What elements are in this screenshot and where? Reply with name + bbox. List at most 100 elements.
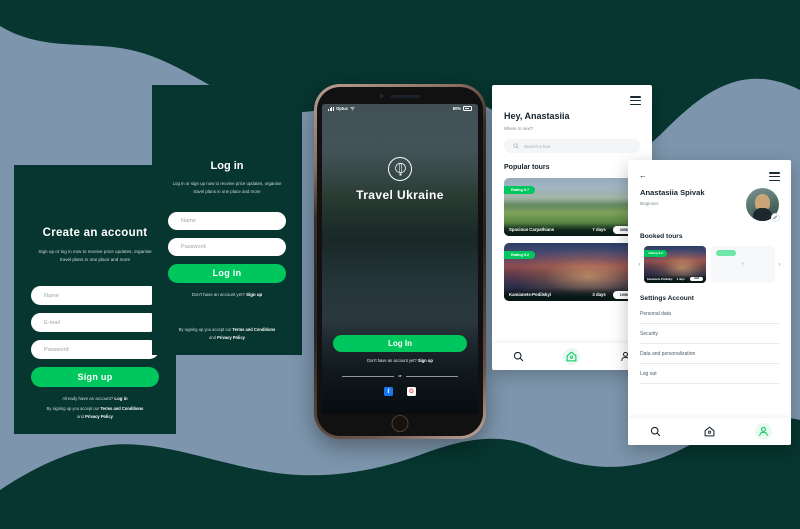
tour-card-kamianets[interactable]: Rating 9.2 Kamianets-Podilskyi 3 days 19… bbox=[504, 243, 640, 301]
tour-name: Kamianets-Podilskyi bbox=[647, 277, 673, 281]
search-placeholder: Search a tour bbox=[524, 143, 551, 149]
settings-item-security[interactable]: Security bbox=[640, 324, 779, 344]
facebook-icon[interactable]: f bbox=[384, 387, 393, 396]
phone-alt-prompt: Don't have an account yet? bbox=[367, 358, 417, 363]
chevron-right-icon[interactable]: › bbox=[775, 261, 784, 268]
login-submit-button[interactable]: Log in bbox=[168, 263, 286, 283]
placeholder-badge bbox=[716, 250, 736, 256]
divider-line-right bbox=[405, 375, 459, 377]
settings-item-personal-data[interactable]: Personal data bbox=[640, 304, 779, 324]
booked-tour-card-kamianets[interactable]: Rating 9.2 Kamianets-Podilskyi 3 days 19… bbox=[644, 246, 706, 283]
edit-pencil-icon[interactable] bbox=[771, 213, 780, 222]
phone-signup-link[interactable]: Sign up bbox=[418, 358, 433, 363]
bottom-navigation bbox=[628, 418, 791, 445]
carrier-label: Optus bbox=[336, 106, 348, 111]
signup-email-input[interactable]: E-mail bbox=[31, 313, 159, 333]
phone-alt-line: Don't have an account yet? Sign up bbox=[322, 358, 478, 363]
person-icon bbox=[759, 426, 769, 436]
nav-profile-button[interactable] bbox=[755, 423, 773, 440]
login-legal: By signing up you accept our Terms and C… bbox=[152, 326, 302, 341]
iphone-mockup: Optus 80% Travel Ukraine Log In Don't ha… bbox=[314, 84, 486, 439]
tour-card-carpathians[interactable]: Rating 9.7 Spacious Carpathians 7 days 3… bbox=[504, 178, 640, 236]
signup-subtitle: Sign up or log in now to receive price u… bbox=[38, 249, 152, 263]
signup-submit-button[interactable]: Sign up bbox=[31, 367, 159, 388]
design-presentation-canvas: Create an account Sign up or log in now … bbox=[0, 0, 800, 529]
home-icon bbox=[704, 426, 715, 437]
screen-profile-settings: ← Anastasiia Spivak Beginner Booked tour… bbox=[628, 160, 791, 445]
divider-label: or bbox=[398, 374, 402, 378]
search-icon bbox=[650, 426, 660, 437]
settings-item-log-out[interactable]: Log out bbox=[640, 364, 779, 384]
social-divider: or bbox=[342, 374, 459, 378]
profile-header: Anastasiia Spivak Beginner bbox=[640, 188, 780, 222]
avatar-wrapper bbox=[746, 188, 780, 222]
nav-search-button[interactable] bbox=[510, 348, 527, 365]
greeting-subtitle: Where to next? bbox=[504, 126, 534, 131]
carousel-track: Rating 9.2 Kamianets-Podilskyi 3 days 19… bbox=[644, 246, 775, 283]
login-legal-prefix: By signing up you accept our bbox=[178, 327, 232, 333]
signup-name-input[interactable]: Name bbox=[31, 286, 159, 306]
rating-badge: Rating 9.2 bbox=[644, 250, 667, 257]
battery-icon bbox=[463, 106, 472, 111]
rating-badge: Rating 9.7 bbox=[504, 186, 536, 195]
profile-identity: Anastasiia Spivak Beginner bbox=[640, 188, 705, 206]
home-button[interactable] bbox=[391, 415, 409, 432]
battery-percent-label: 80% bbox=[452, 106, 461, 111]
search-icon bbox=[514, 351, 524, 362]
signup-privacy-link[interactable]: Privacy Policy bbox=[85, 414, 113, 419]
wifi-icon bbox=[350, 106, 355, 111]
home-icon bbox=[567, 351, 577, 362]
login-privacy-link[interactable]: Privacy Policy bbox=[217, 335, 245, 340]
brand-block: Travel Ukraine bbox=[322, 157, 478, 202]
signup-alt-line: Already have an account? Log in bbox=[14, 396, 176, 401]
login-legal-and: and bbox=[209, 334, 216, 340]
signup-terms-link[interactable]: Terms and Conditions bbox=[100, 406, 143, 411]
signup-legal-and: and bbox=[77, 413, 84, 419]
login-name-input[interactable]: Name bbox=[168, 211, 286, 230]
booked-tours-carousel: ‹ Rating 9.2 Kamianets-Podilskyi 3 days … bbox=[635, 246, 784, 283]
phone-earpiece bbox=[379, 94, 421, 98]
tour-footer: Kamianets-Podilskyi 3 days 199$ bbox=[504, 288, 640, 301]
phone-bezel: Optus 80% Travel Ukraine Log In Don't ha… bbox=[317, 87, 483, 436]
login-form: Name Password Log in bbox=[152, 211, 302, 283]
speaker-grille bbox=[390, 94, 421, 98]
settings-account-title: Settings Account bbox=[640, 295, 694, 302]
rating-badge: Rating 9.2 bbox=[504, 251, 536, 260]
nav-home-button[interactable] bbox=[563, 348, 581, 365]
chevron-left-icon[interactable]: ‹ bbox=[635, 261, 644, 268]
tour-duration: 3 days bbox=[676, 277, 685, 281]
hot-air-balloon-icon bbox=[388, 157, 412, 181]
status-left: Optus bbox=[328, 106, 355, 111]
arrow-left-icon[interactable]: ← bbox=[639, 172, 647, 180]
signup-password-input[interactable]: Password bbox=[31, 340, 159, 360]
signup-alt-prompt: Already have an account? bbox=[62, 396, 114, 402]
login-password-input[interactable]: Password bbox=[168, 237, 286, 256]
login-alt-prompt: Don't have an account yet? bbox=[191, 291, 245, 297]
profile-level: Beginner bbox=[640, 201, 659, 206]
settings-item-data-personalization[interactable]: Data and personalization bbox=[640, 344, 779, 364]
screen-login: Log in Log in or sign up now to receive … bbox=[152, 85, 302, 355]
phone-login-button[interactable]: Log In bbox=[333, 335, 467, 352]
signup-legal: By signing up you accept our Terms and C… bbox=[14, 405, 176, 420]
add-tour-slot[interactable]: + bbox=[711, 246, 775, 283]
google-icon[interactable]: G bbox=[407, 387, 416, 396]
hamburger-menu-icon[interactable] bbox=[630, 96, 641, 106]
divider-line-left bbox=[342, 375, 395, 377]
hamburger-menu-icon[interactable] bbox=[769, 172, 780, 182]
signup-legal-prefix: By signing up you accept our bbox=[46, 406, 100, 412]
tour-price: 199$ bbox=[689, 277, 703, 281]
login-signup-link[interactable]: Sign up bbox=[246, 292, 262, 297]
front-camera-icon bbox=[379, 94, 384, 98]
nav-search-button[interactable] bbox=[647, 423, 664, 440]
login-subtitle: Log in or sign up now to receive price u… bbox=[172, 181, 282, 194]
signup-login-link[interactable]: Log in bbox=[114, 396, 127, 401]
brand-name: Travel Ukraine bbox=[356, 188, 444, 202]
search-input[interactable]: Search a tour bbox=[504, 139, 640, 153]
tour-name: Spacious Carpathians bbox=[509, 227, 555, 232]
greeting-title: Hey, Anastasiia bbox=[504, 111, 570, 121]
signal-bars-icon bbox=[328, 106, 335, 111]
status-right: 80% bbox=[453, 106, 472, 111]
booked-tours-title: Booked tours bbox=[640, 233, 683, 240]
login-terms-link[interactable]: Terms and Conditions bbox=[232, 327, 275, 332]
nav-home-button[interactable] bbox=[701, 423, 718, 440]
